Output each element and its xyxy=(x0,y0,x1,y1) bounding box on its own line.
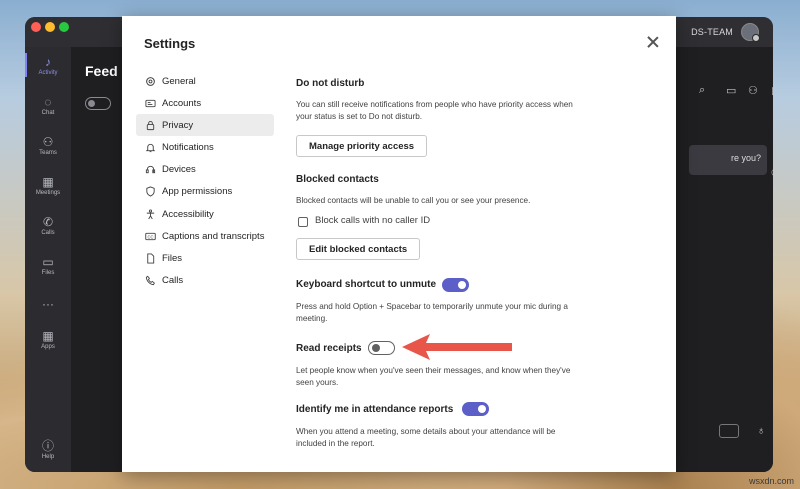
blocked-contacts-title: Blocked contacts xyxy=(296,174,379,185)
nav-item-accessibility[interactable]: Accessibility xyxy=(136,203,274,225)
blocked-contacts-description: Blocked contacts will be unable to call … xyxy=(296,196,531,205)
rail-label: Calls xyxy=(41,230,55,236)
nav-label: App permissions xyxy=(162,186,233,198)
cc-icon: CC xyxy=(144,230,156,242)
nav-label: Calls xyxy=(162,275,184,287)
nav-label: Accessibility xyxy=(162,208,214,220)
chat-icon: ◌ xyxy=(44,95,52,109)
dnd-title: Do not disturb xyxy=(296,78,365,89)
file-icon xyxy=(144,253,156,265)
attendance-description: When you attend a meeting, some details … xyxy=(296,427,556,448)
message-input[interactable] xyxy=(719,424,739,438)
nav-label: Devices xyxy=(162,164,196,176)
avatar[interactable] xyxy=(741,23,760,42)
devices-icon xyxy=(144,164,156,176)
accessibility-icon xyxy=(144,208,156,220)
add-people-icon[interactable]: ⚇ xyxy=(748,84,758,97)
dnd-description: You can still receive notifications from… xyxy=(296,100,573,121)
annotation-arrow xyxy=(402,334,512,360)
nav-label: Accounts xyxy=(162,97,202,109)
read-receipts-title: Read receipts xyxy=(296,343,362,354)
rail-item-teams[interactable]: ⚇ Teams xyxy=(25,135,71,157)
page-title: Feed xyxy=(85,63,118,79)
nav-label: Privacy xyxy=(162,119,194,131)
gear-icon xyxy=(144,75,156,87)
settings-dialog: Settings General Accounts Privacy Notifi… xyxy=(122,16,676,472)
nav-item-calls[interactable]: Calls xyxy=(136,270,274,292)
rail-label: Help xyxy=(41,454,55,460)
attendance-toggle[interactable] xyxy=(462,402,489,416)
calendar-icon: ▦ xyxy=(42,175,54,189)
watermark: wsxdn.com xyxy=(748,476,794,486)
edit-blocked-contacts-button[interactable]: Edit blocked contacts xyxy=(296,238,421,260)
svg-text:CC: CC xyxy=(147,234,153,239)
rail-item-apps[interactable]: ▦ Apps xyxy=(25,329,71,351)
block-no-caller-id-checkbox[interactable] xyxy=(298,217,308,227)
nav-item-app-permissions[interactable]: App permissions xyxy=(136,181,274,203)
manage-priority-access-button[interactable]: Manage priority access xyxy=(296,135,428,157)
read-receipts-toggle[interactable] xyxy=(368,341,395,355)
phone-icon xyxy=(144,275,156,287)
nav-item-general[interactable]: General xyxy=(136,70,274,92)
rail-label: Meetings xyxy=(35,190,61,196)
nav-item-privacy[interactable]: Privacy xyxy=(136,114,274,137)
unmute-shortcut-toggle[interactable] xyxy=(442,278,469,292)
shortcut-title: Keyboard shortcut to unmute xyxy=(296,279,437,290)
clock-icon: ◷ xyxy=(771,167,773,178)
block-no-caller-id-label: Block calls with no caller ID xyxy=(315,215,431,226)
nav-item-captions[interactable]: CC Captions and transcripts xyxy=(136,225,274,247)
nav-item-notifications[interactable]: Notifications xyxy=(136,137,274,159)
nav-label: Files xyxy=(162,253,183,264)
board-icon[interactable]: ▭ xyxy=(726,84,736,97)
id-card-icon xyxy=(144,97,156,109)
attendance-title: Identify me in attendance reports xyxy=(296,404,454,415)
rail-item-help[interactable]: ⓘ Help xyxy=(25,439,71,461)
expand-icon[interactable]: ▢ xyxy=(771,84,773,97)
shield-icon xyxy=(144,186,156,198)
left-rail: ♪ Activity ◌ Chat ⚇ Teams ▦ Meetings ✆ C… xyxy=(25,47,71,472)
file-icon: ▭ xyxy=(42,255,54,269)
rail-item-calls[interactable]: ✆ Calls xyxy=(25,215,71,237)
read-receipts-description: Let people know when you've seen their m… xyxy=(296,366,571,387)
rail-item-files[interactable]: ▭ Files xyxy=(25,255,71,277)
rail-item-more[interactable]: ··· xyxy=(25,297,71,311)
feed-toggle[interactable] xyxy=(85,97,111,110)
nav-label: General xyxy=(162,75,196,87)
rail-label: Activity xyxy=(38,70,58,76)
rail-label: Chat xyxy=(41,110,55,116)
lightbulb-icon[interactable]: ♁ xyxy=(757,425,765,437)
help-icon: ⓘ xyxy=(41,439,54,453)
bell-icon xyxy=(144,142,156,154)
phone-icon[interactable]: ⌕ xyxy=(699,84,705,97)
minimize-window-button[interactable] xyxy=(45,22,55,32)
nav-label: Captions and transcripts xyxy=(162,230,265,242)
close-window-button[interactable] xyxy=(31,22,41,32)
team-name: DS-TEAM xyxy=(691,27,733,37)
zoom-window-button[interactable] xyxy=(59,22,69,32)
settings-nav: General Accounts Privacy Notifications D… xyxy=(136,70,274,292)
dialog-title: Settings xyxy=(144,36,196,51)
phone-icon: ✆ xyxy=(42,215,54,229)
close-icon[interactable] xyxy=(646,35,660,49)
rail-label: Apps xyxy=(41,344,55,350)
rail-item-meetings[interactable]: ▦ Meetings xyxy=(25,175,71,197)
rail-item-chat[interactable]: ◌ Chat xyxy=(25,95,71,117)
rail-item-activity[interactable]: ♪ Activity xyxy=(25,53,71,77)
chat-bubble: re you? xyxy=(689,145,767,175)
nav-item-devices[interactable]: Devices xyxy=(136,159,274,181)
shortcut-description: Press and hold Option + Spacebar to temp… xyxy=(296,302,568,323)
teams-icon: ⚇ xyxy=(42,135,54,149)
nav-label: Notifications xyxy=(162,142,214,154)
more-icon: ··· xyxy=(42,297,54,311)
nav-item-files[interactable]: Files xyxy=(136,248,274,270)
rail-label: Files xyxy=(41,270,55,276)
lock-icon xyxy=(144,119,156,131)
nav-item-accounts[interactable]: Accounts xyxy=(136,92,274,114)
bell-icon: ♪ xyxy=(45,55,51,69)
rail-label: Teams xyxy=(39,150,57,156)
apps-icon: ▦ xyxy=(42,329,54,343)
